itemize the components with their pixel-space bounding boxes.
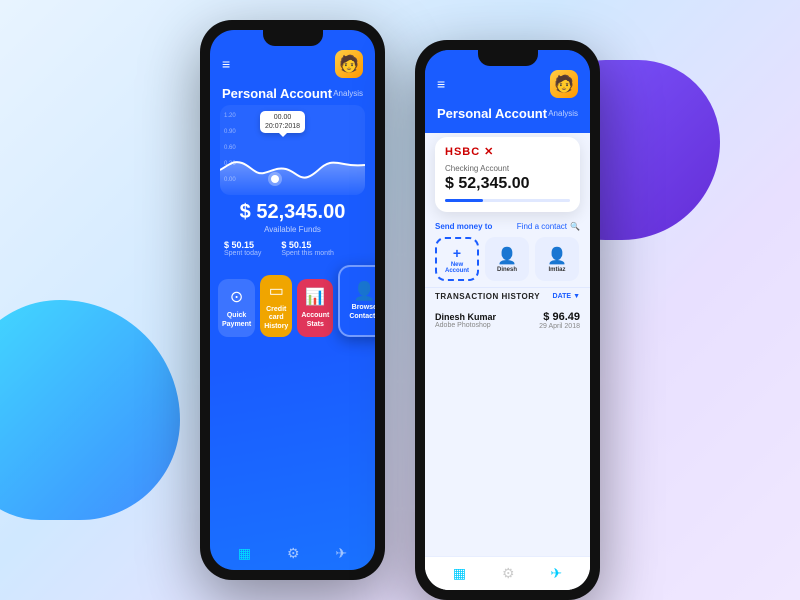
avatar-2: 🧑: [550, 70, 578, 98]
phone-2-screen: ≡ 🧑 Personal Account Analysis HSBC ✕ Che…: [425, 50, 590, 590]
balance-amount: $ 52,345.00: [222, 201, 363, 224]
chart-dot: [271, 175, 279, 183]
tooltip-value: 00.00: [265, 113, 300, 122]
phone-1-screen: ≡ 🧑 Personal Account Analysis 1.20 0.90 …: [210, 30, 375, 570]
account-stats-label: AccountStats: [301, 312, 329, 329]
spent-month-label: Spent this month: [281, 250, 334, 257]
phone-2: ≡ 🧑 Personal Account Analysis HSBC ✕ Che…: [415, 40, 600, 600]
title-row-2: Personal Account Analysis: [425, 104, 590, 125]
contacts-row: + NewAccount 👤 Dinesh 👤 Imtiaz: [425, 235, 590, 287]
transaction-header: TRANSACTION HISTORY DATE ▼: [425, 287, 590, 305]
balance-label: Available Funds: [222, 225, 363, 234]
avatar: 🧑: [335, 50, 363, 78]
phone-2-bottom: HSBC ✕ Checking Account $ 52,345.00 Send…: [425, 133, 590, 590]
tx-right: $ 96.49 29 April 2018: [539, 311, 580, 330]
hamburger-icon-2[interactable]: ≡: [437, 77, 446, 91]
stat-spent-month: $ 50.15 Spent this month: [281, 240, 334, 257]
y-label-1: 1.20: [224, 113, 236, 119]
transaction-item: Dinesh Kumar Adobe Photoshop $ 96.49 29 …: [425, 305, 590, 336]
analysis-link-2[interactable]: Analysis: [548, 109, 578, 118]
plus-icon: +: [453, 245, 461, 261]
phone-1-notch: [263, 30, 323, 46]
new-account-label: NewAccount: [445, 262, 469, 274]
title-row: Personal Account Analysis: [210, 84, 375, 105]
find-contact-label: Find a contact: [517, 222, 567, 231]
dinesh-name: Dinesh: [497, 267, 517, 273]
card-progress-bar: [445, 199, 570, 202]
chevron-down-icon: ▼: [573, 293, 580, 300]
hsbc-symbol: ✕: [484, 145, 493, 158]
quick-payment-button[interactable]: ⊙ QuickPayment: [218, 279, 255, 337]
bottom-nav: ▦ ⚙ ✈: [210, 537, 375, 570]
fingerprint-icon: ⊙: [230, 287, 243, 307]
nav-home-icon[interactable]: ▦: [238, 545, 251, 562]
card-balance: $ 52,345.00: [445, 175, 570, 193]
nav2-settings-icon[interactable]: ⚙: [502, 565, 515, 582]
stats-icon: 📊: [305, 287, 325, 307]
date-label: DATE: [553, 293, 572, 300]
stats-row: $ 50.15 Spent today $ 50.15 Spent this m…: [210, 236, 375, 261]
imtiaz-avatar-icon: 👤: [547, 246, 567, 266]
credit-card-icon: ▭: [269, 281, 284, 301]
chart-area: 1.20 0.90 0.60 0.30 0.00 00.00 20:07:201…: [220, 105, 365, 195]
browse-contacts-button[interactable]: 👤 BrowseContacts: [338, 265, 375, 337]
new-account-button[interactable]: + NewAccount: [435, 237, 479, 281]
nav-send-icon[interactable]: ✈: [335, 545, 347, 562]
spent-month-amount: $ 50.15: [281, 240, 334, 250]
dinesh-avatar-icon: 👤: [497, 246, 517, 266]
tx-sub: Adobe Photoshop: [435, 322, 496, 329]
spent-today-amount: $ 50.15: [224, 240, 261, 250]
page-title-2: Personal Account: [437, 106, 547, 121]
bank-card: HSBC ✕ Checking Account $ 52,345.00: [435, 137, 580, 212]
card-progress-fill: [445, 199, 483, 202]
tx-name: Dinesh Kumar: [435, 312, 496, 322]
nav-settings-icon[interactable]: ⚙: [287, 545, 300, 562]
hsbc-logo: HSBC ✕: [445, 145, 570, 158]
browse-contacts-label: BrowseContacts: [349, 304, 375, 321]
account-stats-button[interactable]: 📊 AccountStats: [297, 279, 333, 337]
imtiaz-name: Imtiaz: [548, 267, 565, 273]
balance-section: $ 52,345.00 Available Funds: [210, 195, 375, 236]
quick-payment-label: QuickPayment: [222, 312, 251, 329]
nav2-home-icon[interactable]: ▦: [453, 565, 466, 582]
find-contact[interactable]: Find a contact 🔍: [517, 222, 580, 231]
spent-today-label: Spent today: [224, 250, 261, 257]
contact-imtiaz[interactable]: 👤 Imtiaz: [535, 237, 579, 281]
analysis-link[interactable]: Analysis: [333, 89, 363, 98]
phones-container: ≡ 🧑 Personal Account Analysis 1.20 0.90 …: [0, 20, 800, 600]
tx-left: Dinesh Kumar Adobe Photoshop: [435, 312, 496, 329]
search-icon: 🔍: [570, 222, 580, 231]
nav2-send-icon[interactable]: ✈: [550, 565, 562, 582]
contact-dinesh[interactable]: 👤 Dinesh: [485, 237, 529, 281]
tx-amount: $ 96.49: [539, 311, 580, 323]
stat-spent-today: $ 50.15 Spent today: [224, 240, 261, 257]
chart-svg: [220, 125, 365, 195]
transaction-history-title: TRANSACTION HISTORY: [435, 292, 540, 301]
hsbc-name: HSBC: [445, 146, 480, 158]
card-type: Checking Account: [445, 164, 570, 173]
credit-card-button[interactable]: ▭ Credit cardHistory: [260, 275, 292, 337]
send-money-label: Send money to: [435, 222, 492, 231]
date-filter[interactable]: DATE ▼: [553, 293, 580, 300]
hamburger-icon[interactable]: ≡: [222, 57, 231, 71]
tx-date: 29 April 2018: [539, 323, 580, 330]
phone-1: ≡ 🧑 Personal Account Analysis 1.20 0.90 …: [200, 20, 385, 580]
phone-2-notch: [478, 50, 538, 66]
page-title: Personal Account: [222, 86, 332, 101]
person-icon: 👤: [353, 281, 375, 302]
credit-card-label: Credit cardHistory: [264, 306, 288, 331]
phone-2-bottom-nav: ▦ ⚙ ✈: [425, 556, 590, 590]
send-money-row: Send money to Find a contact 🔍: [425, 216, 590, 235]
action-buttons: ⊙ QuickPayment ▭ Credit cardHistory 📊 Ac…: [210, 261, 375, 341]
